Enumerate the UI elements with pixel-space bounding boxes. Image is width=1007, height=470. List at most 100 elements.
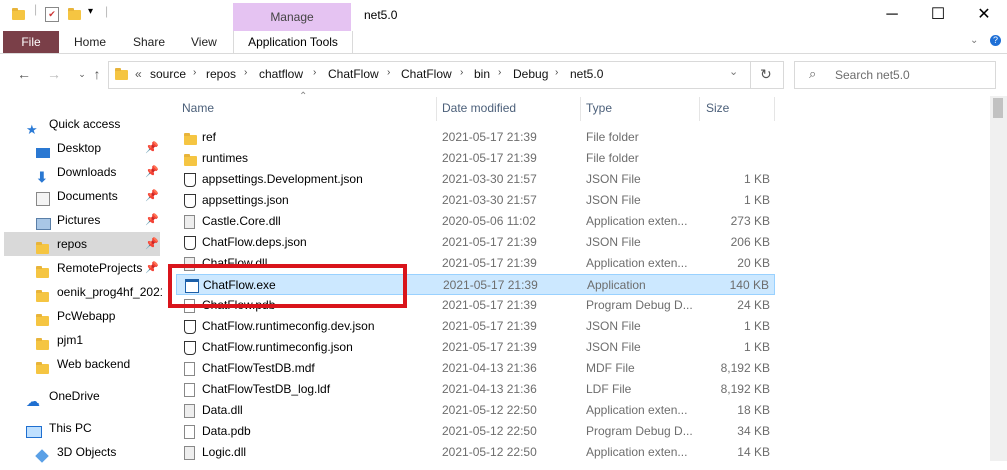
column-divider[interactable] [580,97,581,121]
file-row[interactable]: ChatFlowTestDB_log.ldf 2021-04-13 21:36 LD… [176,379,775,400]
sidebar-item-oenik-prog4hf-2021[interactable]: oenik_prog4hf_2021 [4,280,162,304]
pin-icon[interactable]: 📌 [145,208,159,232]
breadcrumb-source[interactable]: source [150,67,186,81]
file-date: 2021-05-17 21:39 [442,340,537,354]
file-name: Data.pdb [202,424,251,438]
pin-icon[interactable]: 📌 [145,232,159,256]
cloud-icon: ☁ [26,393,40,409]
file-row[interactable]: ChatFlow.deps.json 2021-05-17 21:39 JSON F… [176,232,775,253]
chevron-down-icon[interactable]: ⌄ [970,35,978,46]
file-row[interactable]: appsettings.Development.json 2021-03-30 2… [176,169,775,190]
tab-manage[interactable]: Manage [233,3,351,31]
file-row[interactable]: ChatFlow.runtimeconfig.dev.json 2021-05-1… [176,316,775,337]
pin-icon[interactable]: 📌 [145,184,159,208]
tab-view[interactable]: View [191,31,217,53]
new-folder-icon[interactable] [68,8,81,23]
maximize-button[interactable]: ☐ [915,0,961,30]
file-row[interactable]: runtimes 2021-05-17 21:39 File folder [176,148,775,169]
file-type: Application exten... [586,403,688,417]
chevron-right-icon[interactable]: › [460,67,463,78]
help-icon[interactable]: ? [990,35,1001,46]
chevron-right-icon[interactable]: › [498,67,501,78]
sidebar-item-quick-access[interactable]: ★ Quick access [4,112,160,136]
breadcrumb-debug[interactable]: Debug [513,67,548,81]
breadcrumb-chatflow[interactable]: chatflow [259,67,303,81]
annotation-highlight-box [168,264,407,308]
breadcrumb-bin[interactable]: bin [474,67,490,81]
file-date: 2021-05-17 21:39 [442,151,537,165]
sidebar-item-pjm1[interactable]: pjm1 [4,328,160,352]
sidebar-item-pictures[interactable]: Pictures 📌 [4,208,160,232]
forward-button[interactable]: → [44,64,64,84]
scrollbar-thumb[interactable] [993,98,1003,118]
column-header-date[interactable]: Date modified [442,101,516,115]
file-type: JSON File [586,172,641,186]
breadcrumb-net5[interactable]: net5.0 [570,67,603,81]
file-date: 2021-05-17 21:39 [443,278,538,292]
tab-home[interactable]: Home [74,31,106,53]
column-divider[interactable] [774,97,775,121]
column-divider[interactable] [699,97,700,121]
file-row[interactable]: Logic.dll 2021-05-12 22:50 Application ext… [176,442,775,463]
pin-icon[interactable]: 📌 [145,136,159,160]
file-type: LDF File [586,382,632,396]
pin-icon[interactable]: 📌 [145,256,159,280]
sidebar-item-repos[interactable]: repos 📌 [4,232,160,256]
file-size: 140 KB [729,278,769,292]
folder-icon [36,358,49,382]
breadcrumb-chatflow-project[interactable]: ChatFlow [328,67,379,81]
file-row[interactable]: appsettings.json 2021-03-30 21:57 JSON Fil… [176,190,775,211]
sidebar-item-label: PcWebapp [57,309,116,323]
tab-share[interactable]: Share [133,31,165,53]
tab-application-tools[interactable]: Application Tools [233,31,353,53]
file-date: 2021-05-17 21:39 [442,298,537,312]
chevron-right-icon[interactable]: › [555,67,558,78]
up-button[interactable]: ↑ [87,64,107,84]
file-row[interactable]: ref 2021-05-17 21:39 File folder [176,127,775,148]
dll-file-icon [184,446,195,467]
file-row[interactable]: ChatFlow.runtimeconfig.json 2021-05-17 21… [176,337,775,358]
file-row[interactable]: ChatFlowTestDB.mdf 2021-04-13 21:36 MDF Fi… [176,358,775,379]
chevron-right-icon[interactable]: › [193,67,196,78]
file-row[interactable]: Castle.Core.dll 2020-05-06 11:02 Applicati… [176,211,775,232]
chevron-right-icon[interactable]: › [313,67,316,78]
sidebar-item-remoteprojects[interactable]: RemoteProjects 📌 [4,256,160,280]
refresh-icon[interactable]: ↻ [760,66,772,83]
column-header-size[interactable]: Size [706,101,729,115]
sidebar-item-this-pc[interactable]: This PC [4,416,160,440]
minimize-button[interactable]: ─ [869,0,915,30]
customize-toolbar-icon[interactable]: ▾ [88,6,93,17]
file-row[interactable]: Data.pdb 2021-05-12 22:50 Program Debug D.… [176,421,775,442]
sidebar-item-onedrive[interactable]: ☁ OneDrive [4,384,160,408]
file-type: JSON File [586,193,641,207]
close-button[interactable]: ✕ [961,0,1007,30]
pin-icon[interactable]: 📌 [145,160,159,184]
column-divider[interactable] [436,97,437,121]
breadcrumb-repos[interactable]: repos [206,67,236,81]
search-input[interactable]: Search net5.0 [835,68,910,82]
chevron-right-icon[interactable]: › [244,67,247,78]
tab-file[interactable]: File [3,31,59,53]
file-row[interactable]: Data.dll 2021-05-12 22:50 Application exte… [176,400,775,421]
chevron-down-icon[interactable]: ⌄ [729,65,738,78]
sidebar-item-label: oenik_prog4hf_2021 [57,285,162,299]
sidebar-item-documents[interactable]: Documents 📌 [4,184,160,208]
column-header-type[interactable]: Type [586,101,612,115]
properties-icon[interactable]: ✔ [45,7,59,22]
file-date: 2021-05-12 22:50 [442,403,537,417]
vertical-scrollbar[interactable] [990,96,1007,461]
breadcrumb-chatflow-sub[interactable]: ChatFlow [401,67,452,81]
file-name: ChatFlow.runtimeconfig.json [202,340,353,354]
sidebar-item-web-backend[interactable]: Web backend [4,352,160,376]
sidebar-item-desktop[interactable]: Desktop 📌 [4,136,160,160]
back-button[interactable]: ← [14,64,34,84]
chevron-right-icon[interactable]: › [387,67,390,78]
search-box[interactable]: ⌕ Search net5.0 [794,61,996,89]
breadcrumb-overflow[interactable]: « [135,67,142,81]
sidebar-item-3d-objects[interactable]: 3D Objects [4,440,160,464]
address-bar[interactable]: « source › repos › chatflow › ChatFlow ›… [108,61,784,89]
sidebar-item-pcwebapp[interactable]: PcWebapp [4,304,160,328]
sidebar-item-downloads[interactable]: ⬇ Downloads 📌 [4,160,160,184]
folder-icon [12,8,25,23]
column-header-name[interactable]: Name [182,101,214,115]
